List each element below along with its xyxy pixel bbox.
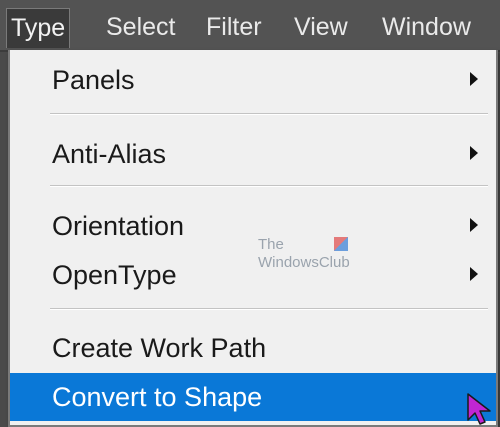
watermark-line1: The <box>258 236 284 253</box>
menu-select[interactable]: Select <box>102 10 179 44</box>
menu-item-panels[interactable]: Panels <box>10 58 496 102</box>
menu-item-label: Convert to Shape <box>52 382 263 412</box>
menu-item-opentype[interactable]: OpenType <box>10 253 496 297</box>
menu-item-create-work-path[interactable]: Create Work Path <box>10 326 496 370</box>
menu-item-anti-alias[interactable]: Anti-Alias <box>10 132 496 176</box>
menu-type[interactable]: Type <box>6 8 71 48</box>
menu-item-orientation[interactable]: Orientation <box>10 204 496 248</box>
menu-item-label: OpenType <box>52 260 177 290</box>
windows-flag-icon <box>334 237 348 251</box>
menu-item-label: Orientation <box>52 211 185 241</box>
submenu-arrow-icon <box>470 146 478 160</box>
menu-separator <box>50 185 488 187</box>
type-dropdown-menu: Panels Anti-Alias Orientation OpenType C… <box>8 50 498 427</box>
menu-bar: Type Select Filter View Window <box>0 0 500 52</box>
menu-separator <box>50 308 488 310</box>
menu-item-label: Panels <box>52 65 135 95</box>
menu-window[interactable]: Window <box>378 10 475 44</box>
menu-filter[interactable]: Filter <box>202 10 266 44</box>
menu-item-label: Create Work Path <box>52 333 267 363</box>
menu-item-label: Anti-Alias <box>52 139 167 169</box>
menu-item-convert-to-shape[interactable]: Convert to Shape <box>10 373 496 421</box>
watermark-line2: WindowsClub <box>258 254 350 271</box>
submenu-arrow-icon <box>470 218 478 232</box>
watermark: The WindowsClub <box>258 236 368 276</box>
mouse-cursor-icon <box>467 393 491 425</box>
menu-view[interactable]: View <box>290 10 352 44</box>
submenu-arrow-icon <box>470 267 478 281</box>
submenu-arrow-icon <box>470 72 478 86</box>
menu-separator <box>50 113 488 115</box>
app-window: Type Select Filter View Window Panels An… <box>0 0 500 427</box>
